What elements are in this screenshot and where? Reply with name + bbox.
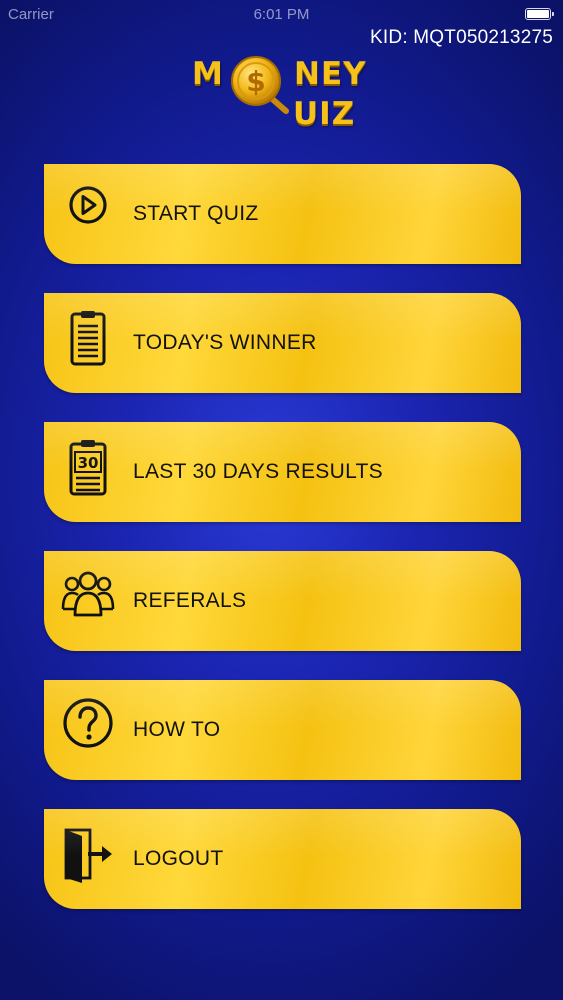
start-quiz-label: START QUIZ	[133, 202, 259, 225]
kid-label: KID: MQT050213275	[370, 27, 553, 48]
calendar-30-text: 30	[78, 454, 99, 472]
group-users-icon	[61, 571, 115, 617]
logo-text-ney: NEY	[294, 56, 367, 92]
how-to-button[interactable]: HOW TO	[44, 680, 521, 780]
todays-winner-button[interactable]: TODAY'S WINNER	[44, 293, 521, 393]
how-to-label: HOW TO	[133, 718, 221, 741]
start-quiz-button[interactable]: START QUIZ	[44, 164, 521, 264]
logout-button[interactable]: LOGOUT	[44, 809, 521, 909]
status-bar: Carrier 6:01 PM	[0, 0, 563, 30]
battery-icon	[525, 8, 554, 20]
last-30-days-results-label: LAST 30 DAYS RESULTS	[133, 460, 383, 483]
todays-winner-label: TODAY'S WINNER	[133, 331, 317, 354]
logo-text-m: M	[192, 56, 224, 92]
calendar-30-icon: 30	[69, 440, 107, 496]
referals-button[interactable]: REFERALS	[44, 551, 521, 651]
coin-dollar-symbol: $	[246, 65, 265, 98]
status-time: 6:01 PM	[253, 6, 310, 23]
main-menu: START QUIZ TODAY'S WINNER 30 LAST 30 DAY…	[44, 164, 521, 938]
question-circle-icon	[63, 698, 113, 748]
last-30-days-results-button[interactable]: 30 LAST 30 DAYS RESULTS	[44, 422, 521, 522]
play-circle-icon	[69, 186, 107, 224]
logo-text-uiz: UIZ	[293, 96, 356, 132]
clipboard-icon	[70, 311, 106, 366]
coin-magnifier-icon: $	[231, 56, 289, 114]
logout-label: LOGOUT	[133, 847, 224, 870]
logout-door-icon	[64, 828, 112, 883]
referals-label: REFERALS	[133, 589, 247, 612]
money-quiz-logo: M $ NEY UIZ	[192, 55, 372, 135]
